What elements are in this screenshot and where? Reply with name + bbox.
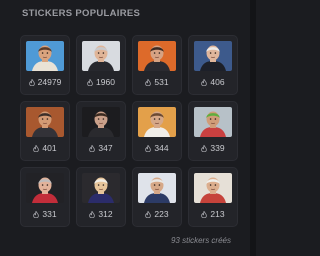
sticker-card[interactable]: 331 xyxy=(20,167,70,227)
sticker-usage-stat: 347 xyxy=(77,143,125,153)
sticker-count: 344 xyxy=(154,143,169,153)
flame-icon xyxy=(89,210,96,218)
sticker-count: 1960 xyxy=(96,77,115,87)
flame-icon xyxy=(145,78,152,86)
popular-stickers-panel: STICKERS POPULAIRES 24979 1960 531 406 401 34… xyxy=(0,0,256,256)
sticker-thumbnail xyxy=(138,41,176,71)
sticker-usage-stat: 213 xyxy=(189,209,237,219)
sticker-grid: 24979 1960 531 406 401 347 344 339 331 312 223 213 xyxy=(20,35,238,227)
sticker-card[interactable]: 401 xyxy=(20,101,70,161)
sticker-card[interactable]: 312 xyxy=(76,167,126,227)
sticker-thumbnail xyxy=(82,41,120,71)
sticker-count: 406 xyxy=(210,77,225,87)
sticker-count: 213 xyxy=(210,209,225,219)
flame-icon xyxy=(145,144,152,152)
sticker-card[interactable]: 24979 xyxy=(20,35,70,95)
sticker-card[interactable]: 1960 xyxy=(76,35,126,95)
flame-icon xyxy=(201,144,208,152)
sticker-card[interactable]: 344 xyxy=(132,101,182,161)
sticker-count: 223 xyxy=(154,209,169,219)
sticker-thumbnail xyxy=(26,41,64,71)
sticker-count: 401 xyxy=(42,143,57,153)
sticker-thumbnail xyxy=(194,41,232,71)
sticker-card[interactable]: 531 xyxy=(132,35,182,95)
sticker-usage-stat: 223 xyxy=(133,209,181,219)
sticker-count: 347 xyxy=(98,143,113,153)
sticker-usage-stat: 1960 xyxy=(77,77,125,87)
sticker-card[interactable]: 213 xyxy=(188,167,238,227)
sticker-thumbnail xyxy=(194,107,232,137)
flame-icon xyxy=(201,78,208,86)
sticker-count: 331 xyxy=(42,209,57,219)
sticker-usage-stat: 406 xyxy=(189,77,237,87)
sticker-card[interactable]: 339 xyxy=(188,101,238,161)
stickers-created-count: 93 stickers créés xyxy=(170,236,231,245)
sticker-count: 312 xyxy=(98,209,113,219)
sticker-card[interactable]: 347 xyxy=(76,101,126,161)
sticker-count: 531 xyxy=(154,77,169,87)
sticker-usage-stat: 339 xyxy=(189,143,237,153)
sticker-usage-stat: 331 xyxy=(21,209,69,219)
flame-icon xyxy=(87,78,93,86)
sticker-thumbnail xyxy=(138,107,176,137)
sticker-thumbnail xyxy=(194,173,232,203)
sticker-count: 24979 xyxy=(37,77,62,87)
flame-icon xyxy=(33,210,40,218)
sticker-usage-stat: 312 xyxy=(77,209,125,219)
flame-icon xyxy=(145,210,152,218)
sticker-card[interactable]: 406 xyxy=(188,35,238,95)
sticker-thumbnail xyxy=(82,173,120,203)
sticker-thumbnail xyxy=(26,107,64,137)
sticker-usage-stat: 531 xyxy=(133,77,181,87)
sticker-usage-stat: 401 xyxy=(21,143,69,153)
sticker-thumbnail xyxy=(26,173,64,203)
sticker-card[interactable]: 223 xyxy=(132,167,182,227)
flame-icon xyxy=(33,144,40,152)
sticker-thumbnail xyxy=(138,173,176,203)
flame-icon xyxy=(89,144,96,152)
sticker-count: 339 xyxy=(210,143,225,153)
flame-icon xyxy=(28,78,35,86)
sticker-usage-stat: 344 xyxy=(133,143,181,153)
flame-icon xyxy=(201,210,208,218)
sticker-usage-stat: 24979 xyxy=(21,77,69,87)
sticker-thumbnail xyxy=(82,107,120,137)
section-title: STICKERS POPULAIRES xyxy=(22,8,141,19)
